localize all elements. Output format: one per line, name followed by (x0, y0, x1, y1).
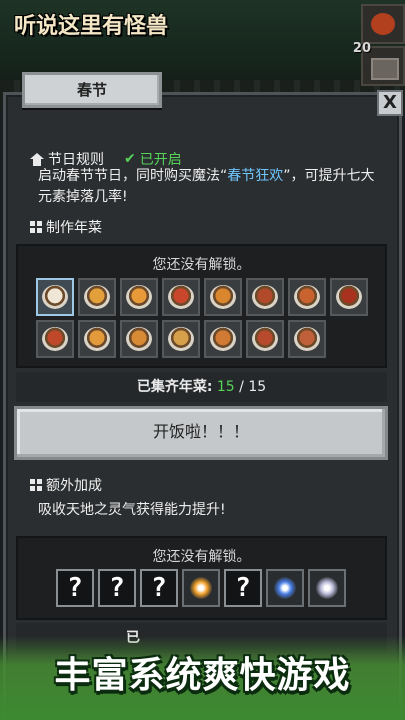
game-logo: 听说这里有怪兽 (14, 14, 169, 39)
dish-icon (126, 327, 152, 351)
collected-counter: 已集齐年菜: 15 / 15 (16, 372, 387, 402)
water-orb-icon[interactable] (266, 569, 304, 607)
dish-slot[interactable] (120, 320, 158, 358)
promo-banner: 丰富系统爽快游戏 (54, 655, 351, 696)
dish-icon (84, 285, 110, 309)
dish-icon (126, 285, 152, 309)
collected-label: 已集齐年菜: (136, 379, 213, 395)
collected-current: 15 (216, 379, 235, 395)
bonus-heading: 额外加成 (46, 478, 102, 494)
dish-icon (210, 327, 236, 351)
dishes-locked-text: 您还没有解锁。 (152, 257, 251, 273)
food-item-slot[interactable] (361, 4, 405, 44)
dish-slot[interactable] (246, 320, 284, 358)
house-icon (30, 152, 44, 166)
dish-slot[interactable] (162, 278, 200, 316)
magic-name: 春节狂欢 (227, 168, 284, 184)
dish-slot[interactable] (288, 320, 326, 358)
bonus-grid: ???? (56, 569, 388, 607)
light-orb-icon[interactable] (308, 569, 346, 607)
serve-feast-button[interactable]: 开饭啦！！！ (14, 406, 388, 460)
check-icon: ✔ (124, 151, 136, 167)
bonus-header: 额外加成 (30, 475, 102, 495)
dish-slot[interactable] (204, 320, 242, 358)
dish-slot[interactable] (204, 278, 242, 316)
close-button[interactable]: X (377, 90, 403, 116)
dish-slot[interactable] (246, 278, 284, 316)
rules-description: 启动春节节日，同时购买魔法“春节狂欢”，可提升七大元素掉落几率! (38, 166, 383, 208)
dish-slot[interactable] (78, 320, 116, 358)
dish-slot[interactable] (36, 320, 74, 358)
dish-icon (84, 327, 110, 351)
dish-icon (42, 285, 68, 309)
dish-icon (168, 285, 194, 309)
bonus-description: 吸收天地之灵气获得能力提升! (38, 502, 226, 518)
dish-icon (336, 285, 362, 309)
dish-slot[interactable] (330, 278, 368, 316)
dish-icon (168, 327, 194, 351)
dish-slot[interactable] (162, 320, 200, 358)
collected-total: 15 (248, 379, 267, 395)
rules-desc-text: 启动春节节日，同时购买魔法“ (38, 168, 228, 184)
dish-slot[interactable] (120, 278, 158, 316)
locked-bonus-slot[interactable]: ? (56, 569, 94, 607)
bonus-locked-text: 您还没有解锁。 (152, 549, 251, 565)
dish-icon (294, 285, 320, 309)
grid-icon (30, 479, 42, 491)
dish-grid (36, 278, 368, 358)
dishes-heading: 制作年菜 (46, 220, 102, 236)
locked-bonus-slot[interactable]: ? (98, 569, 136, 607)
dish-icon (210, 285, 236, 309)
collected-separator: / (234, 379, 249, 395)
dish-icon (294, 327, 320, 351)
dish-icon (252, 285, 278, 309)
dish-slot[interactable] (36, 278, 74, 316)
item-count: 20 (352, 41, 371, 56)
grid-icon (30, 221, 42, 233)
locked-bonus-slot[interactable]: ? (224, 569, 262, 607)
locked-bonus-slot[interactable]: ? (140, 569, 178, 607)
dishes-header: 制作年菜 (30, 217, 102, 237)
dish-icon (252, 327, 278, 351)
dish-slot[interactable] (78, 278, 116, 316)
fire-orb-icon[interactable] (182, 569, 220, 607)
dish-slot[interactable] (288, 278, 326, 316)
dish-icon (42, 327, 68, 351)
tab-spring-festival[interactable]: 春节 (22, 72, 162, 108)
